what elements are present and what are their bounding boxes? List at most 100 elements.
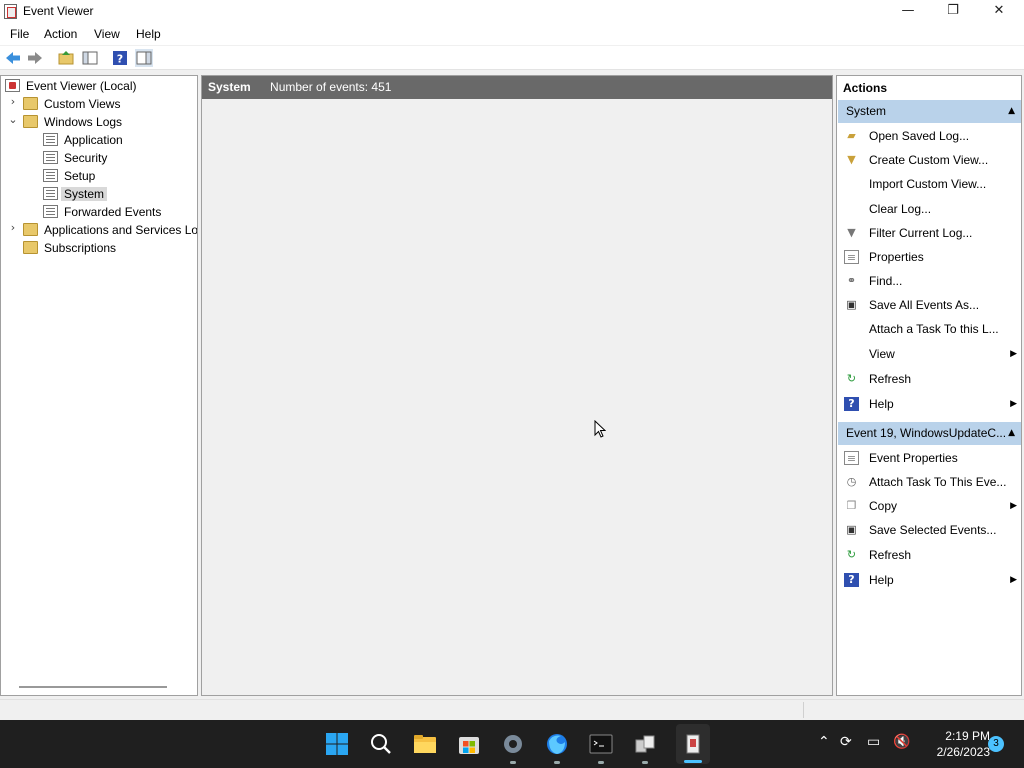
help-icon: ? xyxy=(844,573,859,587)
action-event-properties[interactable]: ≡ Event Properties xyxy=(838,446,1021,470)
action-help-event[interactable]: ? Help ▶ xyxy=(838,568,1021,592)
action-open-saved-log[interactable]: ▰ Open Saved Log... xyxy=(838,124,1021,148)
menu-help[interactable]: Help xyxy=(136,27,161,41)
chevron-up-icon[interactable]: ⌃ xyxy=(818,734,830,750)
submenu-arrow-icon: ▶ xyxy=(1010,349,1017,359)
forward-arrow-icon[interactable] xyxy=(26,49,44,67)
chevron-right-icon[interactable]: › xyxy=(8,95,18,113)
menu-action[interactable]: Action xyxy=(44,27,77,41)
refresh-icon: ↻ xyxy=(846,548,857,561)
filter-icon: ▼ xyxy=(847,153,856,166)
running-indicator xyxy=(598,761,604,764)
log-icon xyxy=(43,205,58,218)
actions-title: Actions xyxy=(843,81,888,95)
tree-item-applications-and-services[interactable]: Applications and Services Lo xyxy=(23,221,197,239)
network-icon[interactable]: ▭ xyxy=(867,734,880,750)
action-import-custom-view[interactable]: Import Custom View... xyxy=(838,172,1021,196)
action-create-custom-view[interactable]: ▼ Create Custom View... xyxy=(838,148,1021,172)
submenu-arrow-icon: ▶ xyxy=(1010,399,1017,409)
tree-item-application[interactable]: Application xyxy=(43,131,126,149)
tree-item-subscriptions[interactable]: Subscriptions xyxy=(23,239,119,257)
tree-item-event-viewer-local[interactable]: Event Viewer (Local) xyxy=(5,77,140,95)
refresh-icon: ↻ xyxy=(846,372,857,385)
log-header: System Number of events: 451 xyxy=(202,76,832,99)
settings-icon[interactable] xyxy=(501,732,525,764)
action-find[interactable]: ⚭ Find... xyxy=(838,269,1021,293)
tree-item-security[interactable]: Security xyxy=(43,149,110,167)
action-view[interactable]: View ▶ xyxy=(838,342,1021,366)
tree-item-setup[interactable]: Setup xyxy=(43,167,98,185)
section-header-system[interactable]: System ▲ xyxy=(838,100,1021,123)
event-viewer-icon xyxy=(5,79,20,92)
show-hide-action-pane-icon[interactable] xyxy=(135,49,153,67)
action-filter-current-log[interactable]: ▼ Filter Current Log... xyxy=(838,221,1021,245)
properties-icon: ≡ xyxy=(844,250,859,264)
network-app-icon[interactable] xyxy=(633,732,657,764)
close-button[interactable]: ✕ xyxy=(976,0,1022,22)
up-folder-icon[interactable] xyxy=(57,49,75,67)
tree-item-system[interactable]: System xyxy=(43,185,108,203)
event-count: Number of events: 451 xyxy=(270,80,392,94)
tree-item-custom-views[interactable]: Custom Views xyxy=(23,95,123,113)
event-viewer-taskbar-button[interactable] xyxy=(676,724,710,764)
firefox-icon[interactable] xyxy=(545,732,569,764)
action-refresh[interactable]: ↻ Refresh xyxy=(838,367,1021,391)
menu-file[interactable]: File xyxy=(10,27,29,41)
clock-time: 2:19 PM xyxy=(945,729,990,743)
running-indicator xyxy=(642,761,648,764)
collapse-icon[interactable]: ▲ xyxy=(1008,100,1015,123)
collapse-icon[interactable]: ▲ xyxy=(1008,422,1015,445)
action-refresh-event[interactable]: ↻ Refresh xyxy=(838,543,1021,567)
log-title: System xyxy=(208,80,251,94)
action-help[interactable]: ? Help ▶ xyxy=(838,392,1021,416)
mouse-cursor-icon xyxy=(594,420,606,438)
menu-bar: File Action View Help xyxy=(0,23,1024,45)
taskbar: ⌃ ⟳ ▭ 🔇 2:19 PM 2/26/2023 3 xyxy=(0,720,1024,768)
start-icon[interactable] xyxy=(325,732,349,756)
clock-date: 2/26/2023 xyxy=(936,745,990,759)
chevron-down-icon[interactable]: ⌄ xyxy=(8,113,18,131)
open-folder-icon: ▰ xyxy=(847,129,856,142)
store-icon[interactable] xyxy=(457,732,481,756)
save-icon: ▣ xyxy=(846,523,857,536)
back-arrow-icon[interactable] xyxy=(4,49,22,67)
chevron-right-icon[interactable]: › xyxy=(8,221,18,239)
action-copy[interactable]: ❐ Copy ▶ xyxy=(838,494,1021,518)
tree-item-forwarded-events[interactable]: Forwarded Events xyxy=(43,203,164,221)
show-hide-tree-icon[interactable] xyxy=(81,49,99,67)
help-icon[interactable]: ? xyxy=(111,49,129,67)
clock[interactable]: 2:19 PM 2/26/2023 xyxy=(920,728,990,760)
action-save-selected-events[interactable]: ▣ Save Selected Events... xyxy=(838,518,1021,542)
log-icon xyxy=(43,169,58,182)
log-icon xyxy=(43,133,58,146)
action-attach-task-to-log[interactable]: Attach a Task To this L... xyxy=(838,317,1021,341)
title-bar: Event Viewer — ❐ ✕ xyxy=(0,0,1024,23)
running-indicator xyxy=(510,761,516,764)
folder-icon xyxy=(23,97,38,110)
search-icon[interactable] xyxy=(369,732,393,756)
save-icon: ▣ xyxy=(846,298,857,311)
subscriptions-icon xyxy=(23,241,38,254)
running-indicator xyxy=(554,761,560,764)
minimize-button[interactable]: — xyxy=(885,0,931,22)
action-clear-log[interactable]: Clear Log... xyxy=(838,197,1021,221)
console-tree: Event Viewer (Local) › Custom Views ⌄ Wi… xyxy=(0,75,198,696)
section-header-label: System xyxy=(846,104,887,118)
task-clock-icon: ◷ xyxy=(846,475,857,488)
status-divider xyxy=(803,702,804,718)
tree-item-windows-logs[interactable]: Windows Logs xyxy=(23,113,125,131)
file-explorer-icon[interactable] xyxy=(413,732,437,756)
volume-muted-icon[interactable]: 🔇 xyxy=(893,734,910,750)
section-header-event[interactable]: Event 19, WindowsUpdateC... ▲ xyxy=(838,422,1021,445)
action-properties[interactable]: ≡ Properties xyxy=(838,245,1021,269)
action-attach-task-to-event[interactable]: ◷ Attach Task To This Eve... xyxy=(838,470,1021,494)
horizontal-scrollbar[interactable] xyxy=(19,686,167,688)
update-icon[interactable]: ⟳ xyxy=(840,734,852,750)
terminal-icon[interactable] xyxy=(589,732,613,764)
section-header-label: Event 19, WindowsUpdateC... xyxy=(846,426,1007,440)
filter-icon: ▼ xyxy=(847,226,856,239)
maximize-button[interactable]: ❐ xyxy=(930,0,976,22)
action-save-all-events[interactable]: ▣ Save All Events As... xyxy=(838,293,1021,317)
menu-view[interactable]: View xyxy=(94,27,120,41)
notification-badge[interactable]: 3 xyxy=(988,736,1004,752)
